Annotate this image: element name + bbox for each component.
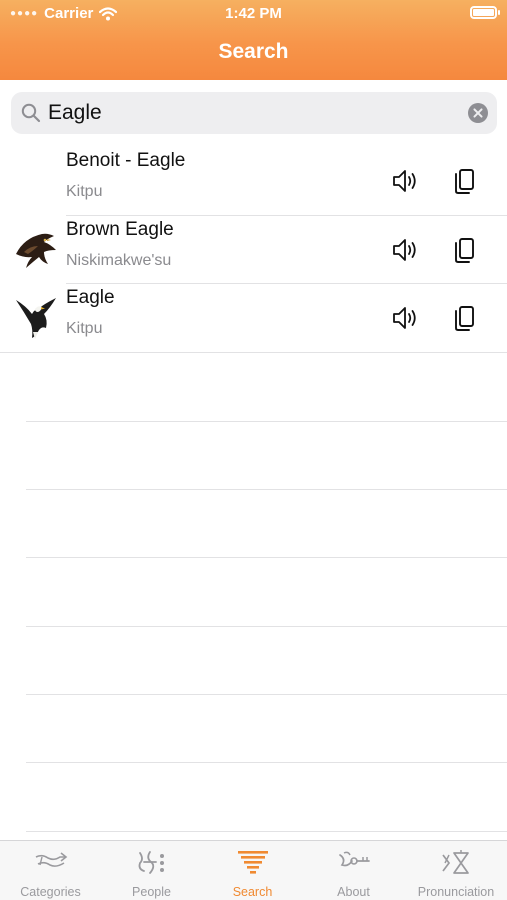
tab-search[interactable]: Search	[202, 841, 303, 900]
empty-row-divider	[26, 626, 507, 627]
empty-row-divider	[26, 694, 507, 695]
tab-label: People	[132, 885, 171, 899]
status-time: 1:42 PM	[225, 5, 282, 22]
people-glyph-icon	[138, 851, 164, 874]
empty-row-divider	[26, 489, 507, 490]
search-input[interactable]	[48, 98, 458, 128]
speaker-icon[interactable]	[391, 168, 419, 194]
copy-icon[interactable]	[452, 305, 476, 333]
list-item[interactable]: Eagle Kitpu	[0, 284, 507, 353]
search-icon	[21, 103, 41, 123]
tab-label: Search	[232, 885, 273, 899]
pronunciation-glyph-icon	[442, 850, 469, 874]
tab-people[interactable]: People	[101, 841, 202, 900]
clear-search-icon[interactable]	[468, 103, 488, 123]
categories-glyph-icon	[35, 852, 67, 867]
list-item[interactable]: Brown Eagle Niskimakwe'su	[0, 216, 507, 284]
nav-header: ●●●● Carrier 1:42 PM Search	[0, 0, 507, 80]
empty-row-divider	[26, 421, 507, 422]
row-divider	[0, 351, 507, 353]
speaker-icon[interactable]	[391, 305, 419, 331]
battery-icon	[470, 6, 500, 19]
tab-label: Categories	[20, 885, 81, 899]
result-name: Brown Eagle	[66, 218, 174, 240]
empty-row-divider	[26, 557, 507, 558]
tab-label: Pronunciation	[417, 885, 495, 899]
tab-categories[interactable]: Categories	[0, 841, 101, 900]
search-glyph-icon	[237, 851, 268, 874]
result-name: Benoit - Eagle	[66, 150, 186, 171]
brown-eagle-thumbnail	[16, 233, 56, 268]
empty-row-divider	[26, 831, 507, 832]
result-translation: Kitpu	[66, 320, 103, 337]
tab-pronunciation[interactable]: Pronunciation	[405, 841, 507, 900]
copy-icon[interactable]	[452, 168, 476, 196]
about-glyph-icon	[338, 851, 370, 867]
results-list: Benoit - Eagle Kitpu Brown Eagle Niskima…	[0, 147, 507, 353]
tab-bar: Categories People Search About Pronuncia…	[0, 840, 507, 900]
tab-about[interactable]: About	[303, 841, 404, 900]
result-translation: Niskimakwe'su	[66, 251, 172, 269]
page-title: Search	[218, 40, 289, 63]
speaker-icon[interactable]	[391, 237, 419, 263]
bald-eagle-thumbnail	[16, 298, 56, 339]
result-name: Eagle	[66, 287, 115, 308]
copy-icon[interactable]	[452, 237, 476, 265]
list-item[interactable]: Benoit - Eagle Kitpu	[0, 147, 507, 216]
tab-label: About	[337, 885, 370, 899]
search-bar	[11, 92, 497, 134]
status-bar: ●●●● Carrier 1:42 PM	[0, 0, 507, 28]
empty-row-divider	[26, 762, 507, 763]
result-translation: Kitpu	[66, 183, 103, 200]
